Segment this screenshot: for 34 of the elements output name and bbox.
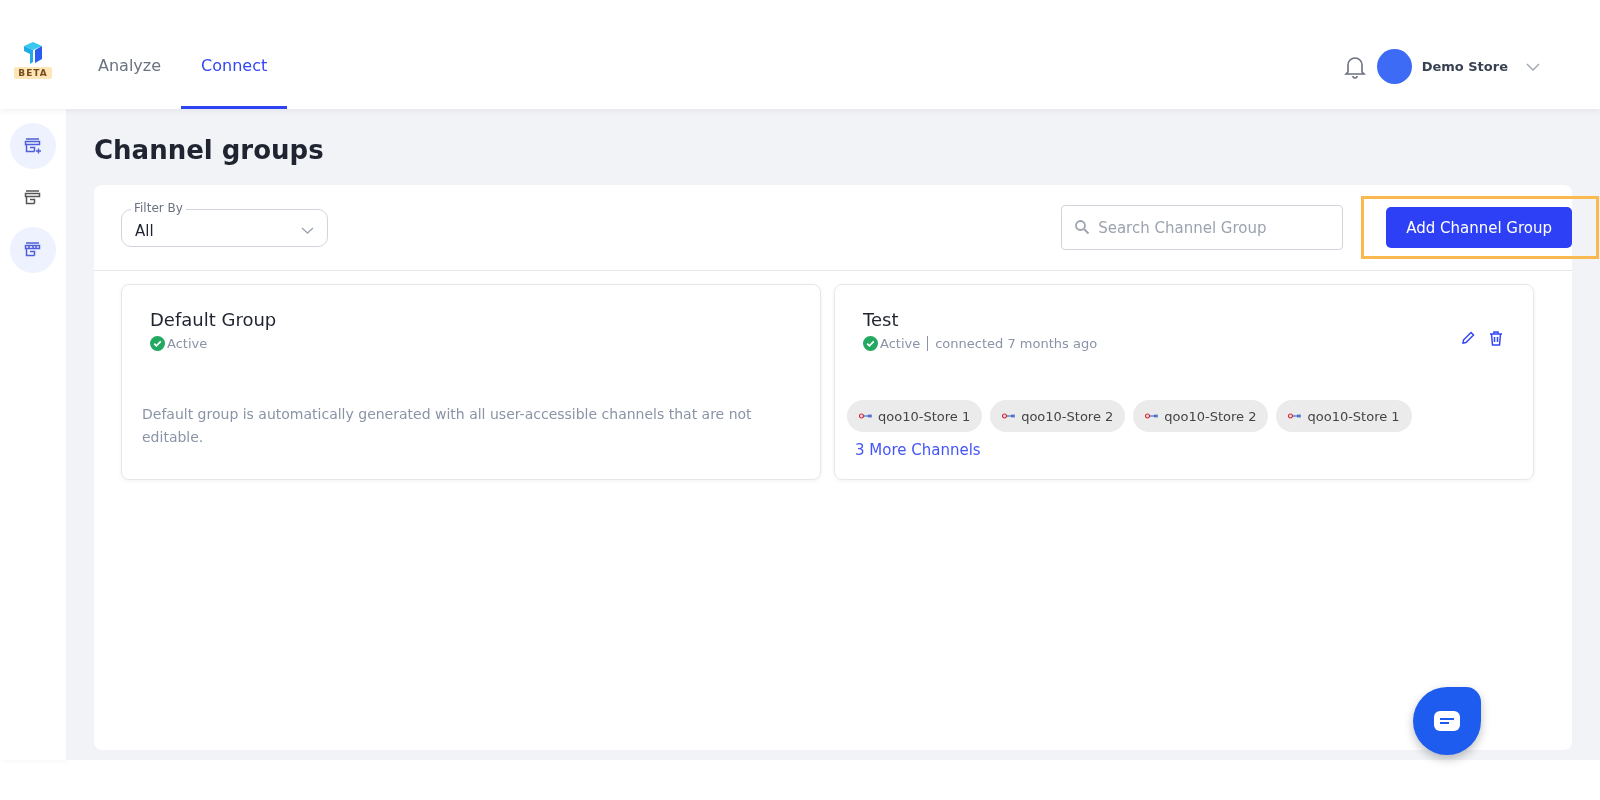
cube-logo-icon — [21, 40, 45, 65]
beta-badge: BETA — [14, 66, 52, 79]
add-channel-group-button[interactable]: Add Channel Group — [1386, 207, 1572, 248]
plug-icon — [859, 413, 873, 419]
group-name: Test — [863, 309, 900, 330]
filter-label: Filter By — [131, 200, 186, 215]
group-name: Default Group — [150, 309, 277, 330]
more-channels-link[interactable]: 3 More Channels — [855, 441, 1505, 459]
trash-icon[interactable] — [1487, 329, 1505, 348]
store-name[interactable]: Demo Store — [1421, 59, 1508, 74]
filter-dropdown[interactable]: Filter By All — [121, 200, 328, 247]
chevron-down-icon — [301, 227, 314, 234]
plug-icon — [1002, 413, 1017, 419]
group-description: Default group is automatically generated with all user-accessible channels that are not editable. — [142, 404, 753, 447]
connected-time: connected 7 months ago — [935, 336, 1098, 351]
sidebar-item[interactable] — [10, 227, 56, 273]
separator — [927, 336, 929, 351]
plug-icon — [1288, 413, 1303, 419]
channel-chip: qoo10-Store 1 — [847, 400, 983, 432]
store-plus-icon — [23, 136, 43, 156]
avatar-circle[interactable] — [1376, 49, 1412, 84]
status-text: Active — [167, 336, 208, 351]
nav-tab[interactable]: Analyze — [78, 0, 182, 109]
search-field[interactable]: Search Channel Group — [1061, 205, 1344, 250]
page-title: Channel groups — [94, 135, 325, 165]
plug-icon — [1145, 413, 1160, 419]
channel-chip: qoo10-Store 2 — [1133, 400, 1269, 432]
channel-chip: qoo10-Store 2 — [990, 400, 1126, 432]
status-text: Active — [880, 336, 921, 351]
search-icon — [1074, 219, 1091, 235]
sidebar-item[interactable] — [10, 123, 56, 169]
message-icon — [1433, 710, 1461, 732]
channel-chip: qoo10-Store 1 — [1276, 400, 1412, 432]
filter-value: All — [135, 221, 154, 240]
